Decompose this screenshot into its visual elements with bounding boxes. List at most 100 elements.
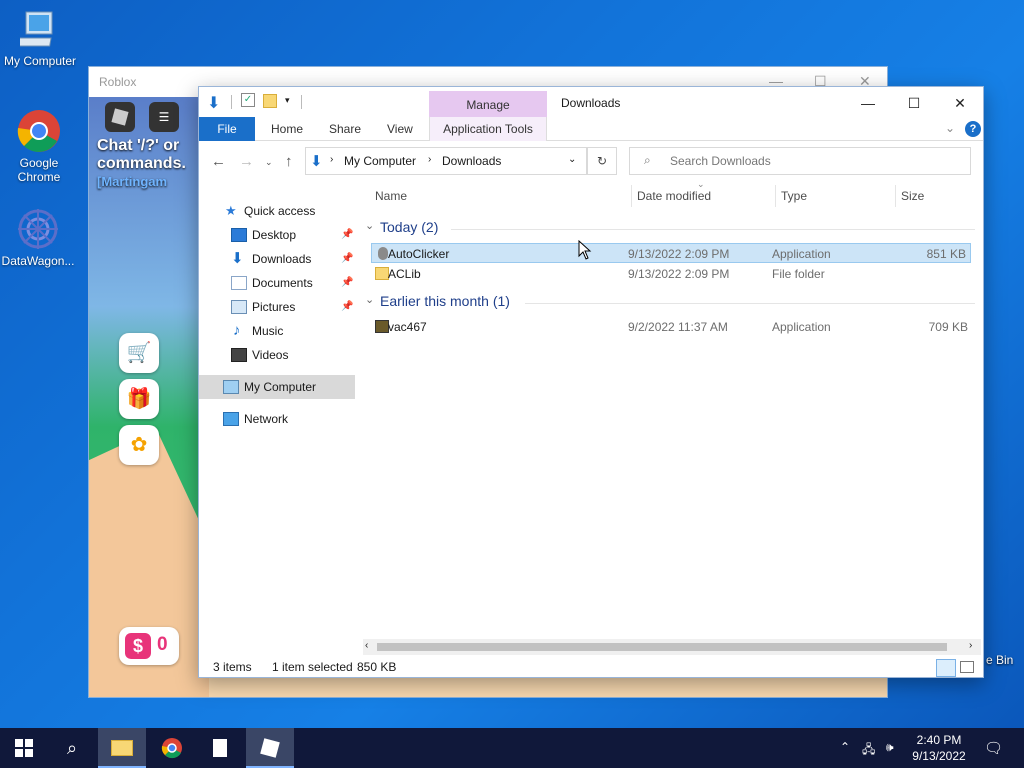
currency-badge[interactable]: $ 0 <box>119 627 179 665</box>
tab-share[interactable]: Share <box>317 117 373 141</box>
nav-music[interactable]: ♪ Music <box>199 319 355 343</box>
nav-quick-access[interactable]: ★ Quick access <box>199 199 355 223</box>
scroll-left-icon[interactable]: ‹ <box>365 640 368 651</box>
qat-dropdown-icon[interactable]: ▾ <box>285 95 290 106</box>
nav-label: Videos <box>252 348 289 362</box>
mouse-cursor-icon <box>578 240 592 260</box>
breadcrumb-separator-icon[interactable]: › <box>428 154 431 165</box>
search-icon: ⌕ <box>644 153 651 167</box>
nav-pictures[interactable]: Pictures 📌 <box>199 295 355 319</box>
roblox-taskbar-icon[interactable] <box>246 728 294 768</box>
scroll-right-icon[interactable]: › <box>969 640 972 651</box>
file-type: Application <box>772 247 831 261</box>
roblox-icon <box>260 738 280 758</box>
qat-separator <box>231 95 232 109</box>
breadcrumb-my-computer[interactable]: My Computer <box>344 154 416 168</box>
notifications-icon[interactable]: 🗨 <box>984 739 1003 757</box>
desktop-icon-my-computer[interactable]: My Computer <box>0 10 80 68</box>
nav-label: Network <box>244 412 289 426</box>
desktop-icon-chrome[interactable]: Google Chrome <box>0 108 79 184</box>
nav-videos[interactable]: Videos <box>199 343 355 367</box>
column-date[interactable]: Date modified <box>637 189 711 203</box>
address-bar[interactable]: ⬇ › My Computer › Downloads ⌄ <box>305 147 587 175</box>
forward-icon[interactable]: → <box>239 153 254 170</box>
notepad-taskbar-icon[interactable] <box>196 728 244 768</box>
music-icon: ♪ <box>233 322 241 339</box>
pin-icon: 📌 <box>341 253 354 264</box>
column-type[interactable]: Type <box>781 189 807 203</box>
search-placeholder: Search Downloads <box>670 154 771 168</box>
network-icon[interactable]: 🖧 <box>862 740 875 761</box>
tab-home[interactable]: Home <box>259 117 315 141</box>
tab-view[interactable]: View <box>375 117 425 141</box>
collapse-icon: ⌄ <box>365 294 375 306</box>
minimize-button[interactable]: — <box>845 91 891 115</box>
volume-icon[interactable]: 🕪 <box>886 740 894 755</box>
recent-dropdown-icon[interactable]: ⌄ <box>265 157 273 168</box>
navigation-pane: ★ Quick access Desktop 📌 ⬇ Downloads 📌 D… <box>199 195 357 655</box>
chrome-icon <box>161 738 182 759</box>
ribbon-tabs: File Home Share View Application Tools ⌄… <box>199 117 983 141</box>
qat-separator <box>301 95 302 109</box>
desktop-icon-datawagon[interactable]: DataWagon... <box>0 206 78 268</box>
nav-desktop[interactable]: Desktop 📌 <box>199 223 355 247</box>
maximize-button[interactable]: ☐ <box>891 91 937 115</box>
manage-tab[interactable]: Manage <box>429 91 547 117</box>
start-button[interactable] <box>0 728 48 768</box>
table-row[interactable]: AutoClicker 9/13/2022 2:09 PM Applicatio… <box>371 243 971 263</box>
search-icon[interactable]: ⌕ <box>48 728 96 768</box>
nav-network[interactable]: Network <box>199 407 355 431</box>
address-row: ← → ⌄ ↑ ⬇ › My Computer › Downloads ⌄ ↻ … <box>199 145 983 179</box>
tab-application-tools[interactable]: Application Tools <box>429 117 547 141</box>
nav-label: My Computer <box>244 380 317 394</box>
file-explorer-taskbar-icon[interactable] <box>98 728 146 768</box>
chrome-taskbar-icon[interactable] <box>148 728 196 768</box>
gift-button[interactable]: 🎁 <box>119 379 159 419</box>
videos-icon <box>231 348 247 362</box>
checkmark-icon[interactable]: ✓ <box>241 93 255 107</box>
breadcrumb-downloads[interactable]: Downloads <box>442 154 501 168</box>
tab-file[interactable]: File <box>199 117 255 141</box>
nav-downloads[interactable]: ⬇ Downloads 📌 <box>199 247 355 271</box>
column-name[interactable]: Name <box>375 189 407 203</box>
scroll-thumb[interactable] <box>377 643 947 651</box>
table-row[interactable]: ACLib 9/13/2022 2:09 PM File folder <box>371 264 971 284</box>
title-bar[interactable]: ⬇ ✓ ▾ Manage Downloads — ☐ ✕ <box>199 87 983 117</box>
search-input[interactable]: ⌕ Search Downloads <box>629 147 971 175</box>
recycle-bin-label[interactable]: e Bin <box>986 653 1013 667</box>
refresh-button[interactable]: ↻ <box>587 147 617 175</box>
clock[interactable]: 2:40 PM 9/13/2022 <box>904 732 974 764</box>
vac-app-icon <box>375 320 389 333</box>
close-button[interactable]: ✕ <box>937 91 983 115</box>
nav-label: Desktop <box>252 228 297 242</box>
file-name: vac467 <box>388 320 427 334</box>
breadcrumb-separator-icon[interactable]: › <box>330 154 333 165</box>
horizontal-scrollbar[interactable]: ‹ › <box>363 639 981 655</box>
column-size[interactable]: Size <box>901 189 924 203</box>
nav-my-computer[interactable]: My Computer <box>199 375 355 399</box>
pictures-icon <box>231 300 247 314</box>
back-icon[interactable]: ← <box>211 153 226 170</box>
shop-button[interactable]: 🛒 <box>119 333 159 373</box>
group-divider <box>525 303 975 304</box>
expand-ribbon-icon[interactable]: ⌄ <box>945 121 955 135</box>
help-icon[interactable]: ? <box>965 121 981 137</box>
downloads-icon: ⬇ <box>231 250 244 267</box>
show-hidden-icons-icon[interactable]: ⌃ <box>840 740 850 754</box>
details-view-icon[interactable] <box>936 659 956 677</box>
address-dropdown-icon[interactable]: ⌄ <box>568 154 576 165</box>
network-icon <box>223 412 239 426</box>
table-row[interactable]: vac467 9/2/2022 11:37 AM Application 709… <box>371 317 971 337</box>
computer-icon <box>20 11 53 47</box>
chrome-icon <box>17 110 60 152</box>
chat-icon[interactable]: ☰ <box>149 102 179 132</box>
settings-button[interactable]: ✿ <box>119 425 159 465</box>
up-icon[interactable]: ↑ <box>285 153 293 170</box>
roblox-menu-icon[interactable] <box>105 102 135 132</box>
large-icons-view-icon[interactable] <box>960 661 974 673</box>
explorer-window[interactable]: ⬇ ✓ ▾ Manage Downloads — ☐ ✕ File Home S… <box>198 86 984 678</box>
nav-documents[interactable]: Documents 📌 <box>199 271 355 295</box>
new-folder-icon[interactable] <box>263 94 277 108</box>
status-size: 850 KB <box>357 660 397 674</box>
properties-icon[interactable]: ⬇ <box>207 93 220 113</box>
